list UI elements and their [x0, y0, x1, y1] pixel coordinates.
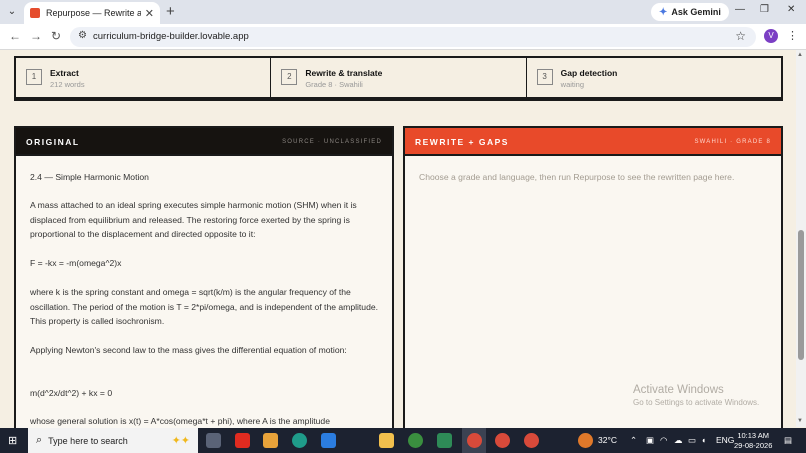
section-heading: 2.4 — Simple Harmonic Motion: [30, 172, 149, 182]
bookmark-star-icon[interactable]: ☆: [735, 29, 746, 43]
rewrite-panel-tag: SWAHILI · GRADE 8: [694, 139, 771, 145]
paragraph: A mass attached to an ideal spring execu…: [30, 200, 357, 239]
gemini-spark-icon: ✦: [659, 6, 668, 18]
equation: F = -kx = -m(omega^2)x: [30, 258, 122, 268]
search-highlight-icon: ✦✦: [171, 435, 190, 447]
onedrive-icon[interactable]: ☁: [674, 435, 683, 446]
browser-tab-bar: ⌄ Repurpose — Rewrite any lesso ✕ + ✦ As…: [0, 0, 806, 24]
chrome-profile-icon[interactable]: [467, 433, 482, 448]
tab-search-chevron-icon[interactable]: ⌄: [4, 4, 20, 20]
rewrite-panel-header: REWRITE + GAPS SWAHILI · GRADE 8: [405, 128, 781, 156]
step-rewrite: 2 Rewrite & translate Grade 8 · Swahili: [271, 58, 527, 97]
step-extract: 1 Extract 212 words: [16, 58, 272, 97]
equation: m(d^2x/dt^2) + kx = 0: [30, 388, 113, 398]
site-info-icon[interactable]: ⚙: [78, 30, 87, 41]
pipeline-steps: 1 Extract 212 words 2 Rewrite & translat…: [14, 56, 783, 101]
reload-icon[interactable]: ↻: [51, 29, 61, 43]
profile-avatar[interactable]: V: [764, 29, 778, 43]
tab-close-icon[interactable]: ✕: [145, 7, 154, 20]
youtube-icon[interactable]: [235, 433, 250, 448]
chrome-profile-icon[interactable]: [495, 433, 510, 448]
clock-date: 29-08-2026: [734, 441, 773, 450]
activate-windows-watermark: Activate Windows Go to Settings to activ…: [633, 384, 759, 407]
store-icon[interactable]: [263, 433, 278, 448]
window-close-icon[interactable]: ✕: [787, 4, 795, 15]
edge-icon[interactable]: [292, 433, 307, 448]
wifi-icon[interactable]: ◠: [660, 435, 667, 446]
tray-apps-icon[interactable]: ▣: [646, 435, 654, 446]
weather-temperature[interactable]: 32°C: [598, 435, 617, 445]
browser-tab-active[interactable]: Repurpose — Rewrite any lesso ✕: [24, 2, 160, 24]
watermark-line-1: Activate Windows: [633, 384, 724, 396]
forward-arrow-icon[interactable]: →: [30, 29, 42, 43]
weather-icon[interactable]: [578, 433, 593, 448]
rewrite-panel-title: REWRITE + GAPS: [415, 137, 509, 147]
file-explorer-icon[interactable]: [379, 433, 394, 448]
ask-gemini-label: Ask Gemini: [671, 7, 721, 17]
paragraph: Applying Newton's second law to the mass…: [30, 345, 347, 355]
outlook-icon[interactable]: [321, 433, 336, 448]
step-title: Extract: [50, 68, 79, 78]
step-title: Rewrite & translate: [305, 68, 383, 78]
step-number: 1: [26, 69, 42, 85]
step-gap-detection: 3 Gap detection waiting: [527, 58, 781, 97]
address-toolbar: ← → ↻ ⚙ curriculum-bridge-builder.lovabl…: [0, 24, 806, 50]
paragraph: where k is the spring constant and omega…: [30, 287, 379, 326]
battery-icon[interactable]: ▭: [688, 435, 696, 446]
step-status: Grade 8 · Swahili: [305, 80, 363, 89]
taskbar-clock[interactable]: 10:13 AM 29-08-2026: [734, 431, 772, 451]
original-panel-tag: SOURCE · UNCLASSIFIED: [282, 139, 382, 145]
tab-title: Repurpose — Rewrite any lesso: [46, 8, 141, 18]
original-panel-title: ORIGINAL: [26, 137, 80, 147]
app-icon[interactable]: [437, 433, 452, 448]
step-number: 2: [281, 69, 298, 85]
step-status: 212 words: [50, 80, 85, 89]
ask-gemini-button[interactable]: ✦ Ask Gemini: [651, 3, 729, 21]
taskbar-search-box[interactable]: ⌕ Type here to search ✦✦: [28, 428, 198, 453]
task-view-icon[interactable]: [206, 433, 221, 448]
step-number: 3: [536, 69, 553, 85]
taskbar-search-placeholder: Type here to search: [48, 435, 128, 446]
step-status: waiting: [560, 80, 585, 89]
chrome-icon[interactable]: [408, 433, 423, 448]
notifications-icon[interactable]: ▤: [784, 435, 792, 446]
step-title: Gap detection: [560, 68, 618, 78]
watermark-line-2: Go to Settings to activate Windows.: [633, 398, 760, 407]
omnibox[interactable]: ⚙ curriculum-bridge-builder.lovable.app …: [70, 27, 756, 47]
page-scrollbar[interactable]: ▲ ▼: [796, 50, 806, 427]
windows-taskbar: ⊞ ⌕ Type here to search ✦✦ 32°C ⌃ ▣ ◠ ☁ …: [0, 428, 806, 453]
original-panel-header: ORIGINAL SOURCE · UNCLASSIFIED: [16, 128, 392, 156]
new-tab-plus-icon[interactable]: +: [166, 3, 175, 21]
rewrite-placeholder-text: Choose a grade and language, then run Re…: [419, 172, 735, 182]
clock-time: 10:13 AM: [737, 431, 770, 440]
tray-chevron-icon[interactable]: ⌃: [630, 435, 637, 446]
original-panel: ORIGINAL SOURCE · UNCLASSIFIED 2.4 — Sim…: [14, 126, 394, 446]
language-indicator[interactable]: ENG: [716, 435, 734, 445]
minimize-icon[interactable]: —: [735, 4, 745, 15]
chrome-profile-icon[interactable]: [524, 433, 539, 448]
scroll-thumb[interactable]: [798, 230, 804, 360]
url-text: curriculum-bridge-builder.lovable.app: [93, 31, 249, 42]
windows-start-icon[interactable]: ⊞: [8, 434, 17, 447]
restore-icon[interactable]: ❐: [760, 4, 769, 15]
search-icon: ⌕: [36, 434, 43, 446]
browser-menu-icon[interactable]: ⋮: [787, 29, 798, 42]
scroll-down-icon[interactable]: ▼: [797, 418, 803, 424]
back-arrow-icon[interactable]: ←: [9, 29, 21, 43]
scroll-up-icon[interactable]: ▲: [797, 52, 803, 58]
paragraph: whose general solution is x(t) = A*cos(o…: [30, 416, 330, 426]
volume-icon[interactable]: ◖: [701, 435, 706, 445]
site-favicon-icon: [30, 8, 40, 18]
